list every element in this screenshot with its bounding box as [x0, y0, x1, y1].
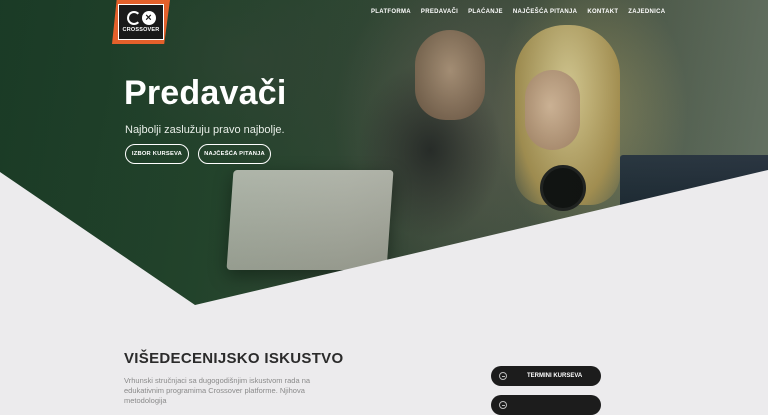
logo-mark-icon: ×	[126, 11, 156, 25]
nav-item-predavaci[interactable]: PREDAVAČI	[421, 9, 458, 15]
hero-image	[0, 0, 768, 310]
termini-kurseva-label: TERMINI KURSEVA	[527, 373, 583, 379]
izbor-kurseva-button[interactable]: IZBOR KURSEVA	[125, 144, 189, 164]
termini-kurseva-button[interactable]: TERMINI KURSEVA	[491, 366, 601, 386]
main-nav: PLATFORMA PREDAVAČI PLAĆANJE NAJČEŠĆA PI…	[371, 9, 665, 15]
nav-item-najcesca-pitanja[interactable]: NAJČEŠĆA PITANJA	[513, 9, 577, 15]
hero-overlay	[0, 0, 768, 310]
logo-x-icon: ×	[141, 11, 156, 25]
logo-c-icon	[126, 11, 141, 25]
page-title: Predavači	[124, 74, 287, 112]
najcesca-pitanja-button[interactable]: NAJČEŠĆA PITANJA	[198, 144, 271, 164]
nav-item-platforma[interactable]: PLATFORMA	[371, 9, 411, 15]
nav-item-placanje[interactable]: PLAĆANJE	[468, 9, 503, 15]
logo-text: CROSSOVER	[122, 27, 160, 33]
logo[interactable]: × CROSSOVER	[112, 0, 170, 44]
section-title: VIŠEDECENIJSKO ISKUSTVO	[124, 350, 344, 367]
secondary-dark-button[interactable]	[491, 395, 601, 415]
nav-item-zajednica[interactable]: ZAJEDNICA	[628, 9, 665, 15]
nav-item-kontakt[interactable]: KONTAKT	[587, 9, 618, 15]
logo-badge: × CROSSOVER	[118, 4, 164, 40]
section-text: Vrhunski stručnjaci sa dugogodišnjim isk…	[124, 376, 311, 405]
hero-subtitle: Najbolji zaslužuju pravo najbolje.	[125, 124, 285, 136]
arrow-circle-icon	[499, 372, 507, 380]
arrow-circle-icon	[499, 401, 507, 409]
